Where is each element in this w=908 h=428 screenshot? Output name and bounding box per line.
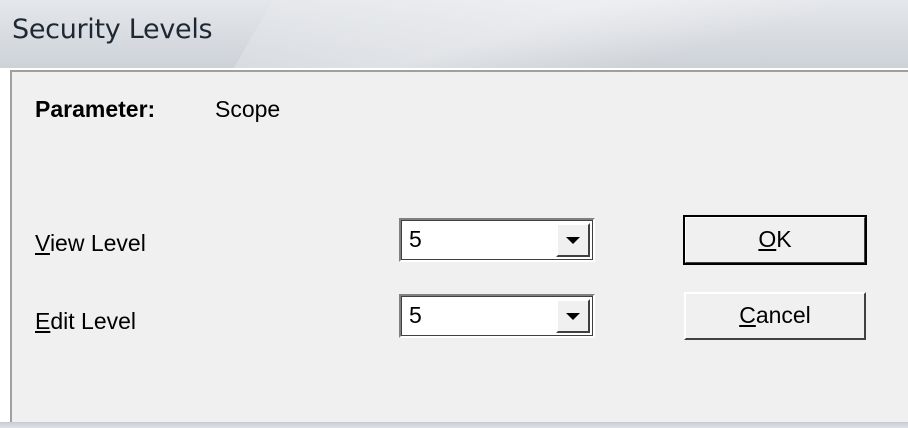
ok-label-text: K	[776, 226, 792, 252]
edit-level-value: 5	[409, 302, 422, 328]
view-level-dropdown-button[interactable]	[556, 223, 590, 257]
cancel-label-text: ancel	[755, 302, 811, 328]
window-title: Security Levels	[12, 14, 213, 45]
parameter-label: Parameter:	[35, 96, 156, 122]
cancel-mnemonic: C	[739, 302, 756, 328]
view-level-label: View Level	[35, 230, 146, 257]
chevron-down-icon	[566, 237, 580, 244]
edit-level-dropdown[interactable]: 5	[399, 294, 595, 338]
ok-mnemonic: O	[758, 226, 777, 252]
edit-level-label-text: dit Level	[50, 308, 137, 334]
title-bar[interactable]: Security Levels	[0, 0, 908, 68]
view-level-mnemonic: V	[35, 230, 50, 256]
cancel-button[interactable]: Cancel	[684, 292, 866, 340]
parameter-value: Scope	[215, 96, 281, 122]
title-bar-sheen	[203, 0, 857, 68]
window-bottom-border	[0, 422, 908, 428]
ok-button[interactable]: OK	[683, 215, 867, 265]
edit-level-mnemonic: E	[35, 308, 51, 334]
chevron-down-icon	[566, 313, 580, 320]
view-level-dropdown[interactable]: 5	[399, 218, 595, 262]
security-levels-dialog: Security Levels Parameter: Scope View Le…	[0, 0, 908, 428]
view-level-value: 5	[409, 226, 422, 252]
view-level-label-text: iew Level	[49, 230, 146, 256]
edit-level-dropdown-button[interactable]	[556, 299, 590, 333]
edit-level-label: Edit Level	[35, 308, 136, 335]
dialog-body: Parameter: Scope View Level 5 Edit Level…	[10, 70, 908, 422]
